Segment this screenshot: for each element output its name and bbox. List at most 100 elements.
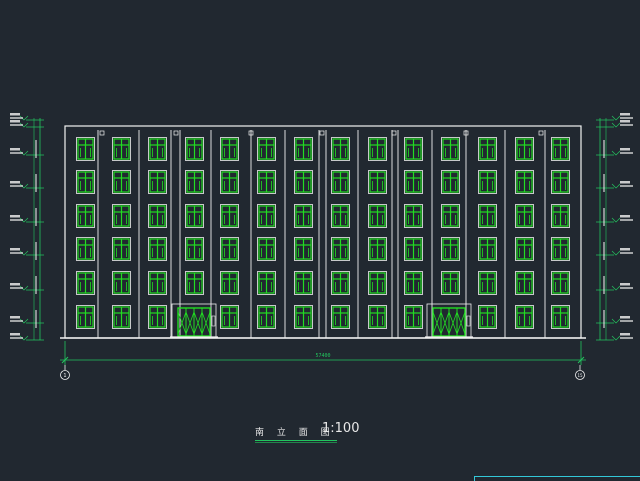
window bbox=[112, 271, 131, 295]
window bbox=[76, 137, 95, 161]
window bbox=[368, 137, 387, 161]
elevation-drawing: 57400 1 15 bbox=[10, 113, 633, 380]
level-marker bbox=[596, 181, 633, 189]
level-marker bbox=[596, 333, 633, 341]
window bbox=[112, 204, 131, 228]
window bbox=[257, 137, 276, 161]
dimension-tick bbox=[35, 276, 37, 294]
dimension-tick bbox=[603, 310, 605, 328]
window bbox=[331, 305, 350, 329]
window bbox=[220, 271, 239, 295]
window bbox=[112, 137, 131, 161]
entrance-doors bbox=[170, 303, 473, 339]
axis-bubble-left: 1 bbox=[60, 365, 70, 380]
level-marker bbox=[10, 316, 44, 324]
window bbox=[148, 137, 167, 161]
window bbox=[76, 305, 95, 329]
svg-text:15: 15 bbox=[577, 373, 583, 378]
window bbox=[76, 204, 95, 228]
window bbox=[220, 137, 239, 161]
level-marker bbox=[596, 148, 633, 156]
level-marker bbox=[596, 248, 633, 256]
window bbox=[185, 271, 204, 295]
level-marker bbox=[596, 316, 633, 324]
dimension-tick bbox=[35, 208, 37, 226]
window bbox=[404, 137, 423, 161]
window bbox=[404, 271, 423, 295]
window bbox=[515, 237, 534, 261]
window bbox=[257, 204, 276, 228]
axis-bubble-right: 15 bbox=[575, 365, 585, 380]
overall-dimension-text: 57400 bbox=[315, 353, 330, 359]
window bbox=[515, 305, 534, 329]
level-markers-left bbox=[10, 113, 44, 341]
window bbox=[515, 271, 534, 295]
window bbox=[551, 170, 570, 194]
window bbox=[76, 170, 95, 194]
level-marker bbox=[10, 120, 44, 128]
level-marker bbox=[10, 148, 44, 156]
window bbox=[294, 305, 313, 329]
window bbox=[294, 271, 313, 295]
window bbox=[148, 204, 167, 228]
dimension-tick bbox=[603, 208, 605, 226]
window bbox=[478, 305, 497, 329]
window bbox=[257, 170, 276, 194]
window bbox=[185, 170, 204, 194]
dimension-tick bbox=[603, 140, 605, 158]
window bbox=[404, 237, 423, 261]
window bbox=[220, 204, 239, 228]
pilaster-cap bbox=[319, 130, 325, 136]
pilaster-cap bbox=[99, 130, 105, 136]
window bbox=[185, 204, 204, 228]
level-marker bbox=[596, 215, 633, 223]
window bbox=[368, 305, 387, 329]
window bbox=[551, 237, 570, 261]
window-grid bbox=[76, 137, 570, 329]
svg-text:1: 1 bbox=[63, 373, 66, 379]
window bbox=[294, 204, 313, 228]
dimension-tick bbox=[35, 140, 37, 158]
drawing-title-block: 南 立 面 图 1:100 bbox=[255, 421, 365, 445]
window bbox=[185, 137, 204, 161]
window bbox=[441, 271, 460, 295]
window bbox=[148, 237, 167, 261]
window bbox=[551, 271, 570, 295]
level-marker bbox=[596, 113, 633, 121]
window bbox=[441, 170, 460, 194]
level-marker bbox=[10, 333, 44, 341]
window bbox=[368, 204, 387, 228]
overall-dimension: 57400 bbox=[60, 341, 586, 365]
window bbox=[478, 271, 497, 295]
dimension-tick bbox=[35, 310, 37, 328]
window bbox=[404, 170, 423, 194]
window bbox=[331, 237, 350, 261]
window bbox=[551, 305, 570, 329]
level-marker bbox=[10, 215, 44, 223]
title-underline bbox=[255, 440, 337, 441]
window bbox=[331, 204, 350, 228]
window bbox=[331, 271, 350, 295]
level-marker bbox=[10, 113, 44, 121]
window bbox=[148, 170, 167, 194]
window bbox=[404, 305, 423, 329]
dimension-tick bbox=[35, 242, 37, 260]
level-marker bbox=[10, 181, 44, 189]
level-marker bbox=[596, 283, 633, 291]
window bbox=[478, 204, 497, 228]
pilaster-cap bbox=[538, 130, 544, 136]
dimension-tick bbox=[35, 174, 37, 192]
window bbox=[404, 204, 423, 228]
pilaster-cap bbox=[391, 130, 397, 136]
level-marker bbox=[10, 248, 44, 256]
window bbox=[331, 137, 350, 161]
dimension-tick bbox=[603, 174, 605, 192]
window bbox=[368, 271, 387, 295]
window bbox=[112, 170, 131, 194]
window bbox=[257, 305, 276, 329]
window bbox=[76, 271, 95, 295]
window bbox=[515, 137, 534, 161]
window bbox=[148, 271, 167, 295]
level-marker bbox=[596, 120, 633, 128]
window bbox=[331, 170, 350, 194]
